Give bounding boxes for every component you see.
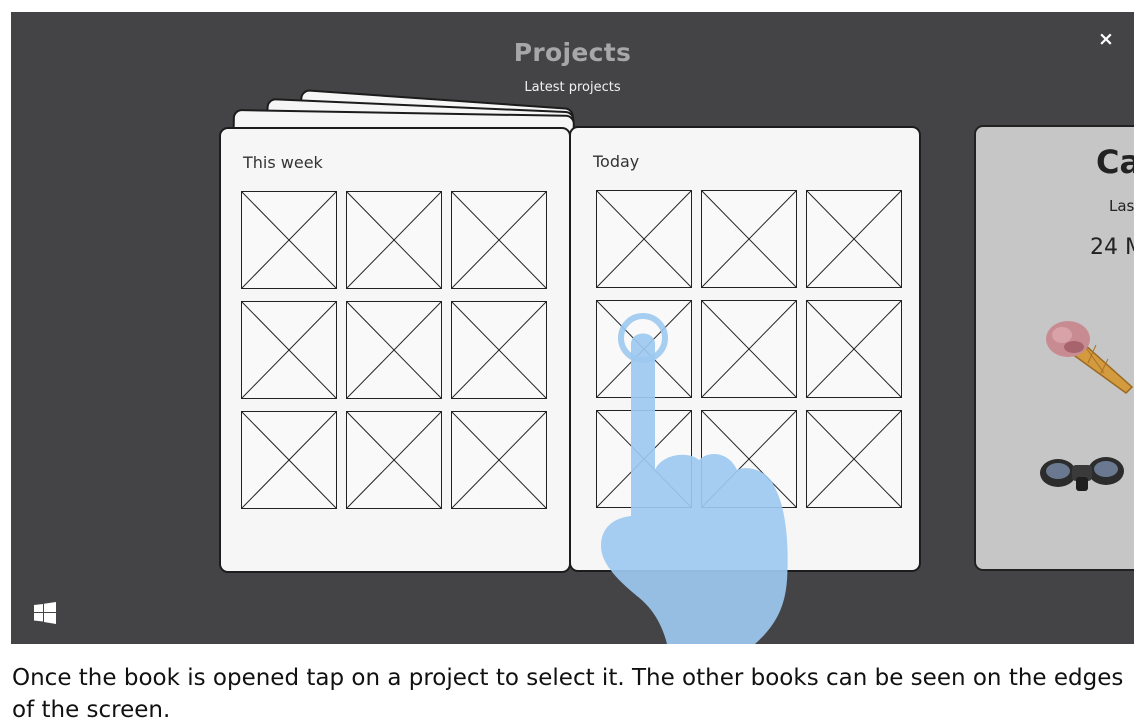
project-thumbnail[interactable] [701, 410, 797, 508]
project-thumbnail[interactable] [806, 300, 902, 398]
project-thumbnail[interactable] [241, 301, 337, 399]
next-book-title: Ca [1096, 143, 1134, 181]
project-thumbnail[interactable] [346, 191, 442, 289]
binoculars-icon [1040, 457, 1124, 491]
project-thumbnail[interactable] [451, 301, 547, 399]
project-grid [596, 190, 902, 508]
project-thumbnail[interactable] [806, 410, 902, 508]
project-thumbnail[interactable] [701, 300, 797, 398]
project-thumbnail[interactable] [451, 411, 547, 509]
close-button[interactable]: × [1095, 28, 1117, 50]
next-book-date: 24 M [1090, 235, 1134, 260]
book-page-today: Today [569, 126, 921, 572]
project-grid [241, 191, 547, 509]
page-label-this-week: This week [243, 153, 323, 172]
project-thumbnail[interactable] [451, 191, 547, 289]
app-screen: Projects Latest projects × This week Tod… [11, 12, 1134, 644]
project-thumbnail[interactable] [596, 190, 692, 288]
project-thumbnail[interactable] [346, 411, 442, 509]
book-page-this-week: This week [219, 127, 571, 573]
project-thumbnail[interactable] [806, 190, 902, 288]
page-label-today: Today [593, 152, 640, 171]
ice-cream-icon [1046, 321, 1134, 394]
next-book-cover[interactable]: Ca Last 24 M [974, 125, 1134, 571]
project-thumbnail[interactable] [596, 300, 692, 398]
project-thumbnail[interactable] [241, 411, 337, 509]
next-book-subtitle: Last [1109, 197, 1134, 215]
project-thumbnail[interactable] [596, 410, 692, 508]
windows-icon[interactable] [34, 602, 56, 624]
page-title: Projects [513, 38, 632, 67]
page-subtitle: Latest projects [524, 80, 621, 95]
project-thumbnail[interactable] [241, 191, 337, 289]
caption-text: Once the book is opened tap on a project… [12, 665, 1124, 723]
project-thumbnail[interactable] [346, 301, 442, 399]
project-thumbnail[interactable] [701, 190, 797, 288]
